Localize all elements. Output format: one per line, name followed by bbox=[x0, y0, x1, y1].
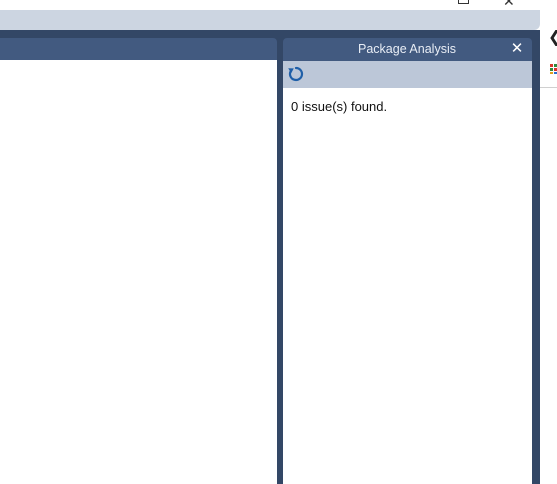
back-icon[interactable]: ❮ bbox=[548, 30, 557, 46]
right-sidebar: ❮ bbox=[540, 0, 557, 484]
results-summary: 0 issue(s) found. bbox=[291, 99, 388, 114]
window-close-icon[interactable]: ✕ bbox=[503, 0, 515, 8]
refresh-button[interactable] bbox=[287, 65, 305, 83]
window-titlebar: ✕ bbox=[0, 0, 540, 10]
package-analysis-panel: Package Analysis ✕ 0 issue(s) found. bbox=[283, 38, 532, 484]
divider bbox=[540, 87, 557, 88]
refresh-icon bbox=[288, 66, 304, 82]
panel-title: Package Analysis bbox=[358, 42, 456, 56]
apps-grid-icon[interactable] bbox=[550, 64, 557, 74]
panel-results: 0 issue(s) found. bbox=[283, 88, 532, 484]
restore-icon[interactable] bbox=[458, 0, 469, 4]
editor-area[interactable] bbox=[0, 60, 277, 484]
panel-toolbar bbox=[283, 61, 532, 88]
panel-close-button[interactable]: ✕ bbox=[510, 40, 524, 58]
panel-header: Package Analysis ✕ bbox=[283, 38, 532, 61]
editor-pane-header bbox=[0, 38, 277, 60]
app-root: ✕ Package Analysis ✕ 0 issue(s) found. ❮ bbox=[0, 0, 557, 484]
top-header-strip bbox=[0, 10, 540, 30]
editor-pane bbox=[0, 38, 277, 484]
